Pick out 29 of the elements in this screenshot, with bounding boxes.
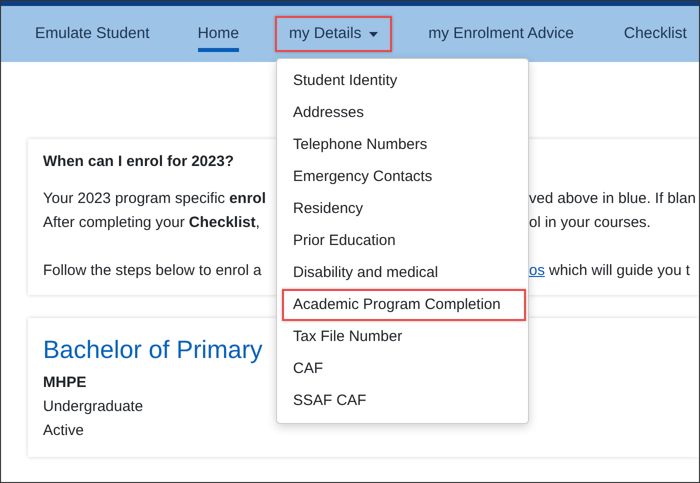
menu-item[interactable]: Emergency Contacts <box>282 161 526 193</box>
program-title: Bachelor of Primary <box>43 336 263 365</box>
nav-link[interactable]: my Enrolment Advice <box>414 16 588 52</box>
menu-item[interactable]: Academic Program Completion <box>282 289 526 321</box>
nav-link[interactable]: Emulate Student <box>21 16 164 52</box>
text-fragment: Your 2023 program specific enrol <box>43 189 266 209</box>
menu-item[interactable]: Telephone Numbers <box>282 129 526 161</box>
menu-item[interactable]: Prior Education <box>282 225 526 257</box>
menu-item[interactable]: Disability and medical <box>282 257 526 289</box>
text-fragment: Follow the steps below to enrol a <box>43 261 262 281</box>
notice-heading: When can I enrol for 2023? <box>43 153 234 170</box>
text-fragment: ol in your courses. <box>529 213 651 233</box>
menu-item[interactable]: Student Identity <box>282 65 526 97</box>
menu-item[interactable]: Tax File Number <box>282 321 526 353</box>
program-status: Active <box>43 421 84 441</box>
menu-item[interactable]: SSAF CAF <box>282 385 526 417</box>
program-code: MHPE <box>43 373 86 393</box>
text-fragment: After completing your Checklist, <box>43 213 260 233</box>
link[interactable]: os <box>529 262 545 279</box>
text-fragment: os which will guide you t <box>529 261 690 281</box>
nav-link[interactable]: my Details <box>274 16 392 52</box>
program-level: Undergraduate <box>43 397 144 417</box>
caret-icon <box>369 32 378 36</box>
nav-link[interactable]: Home <box>184 16 253 52</box>
menu-item[interactable]: Residency <box>282 193 526 225</box>
text-fragment: ved above in blue. If blan <box>529 189 696 209</box>
nav-link[interactable]: Checklist <box>610 16 699 52</box>
menu-item[interactable]: Addresses <box>282 97 526 129</box>
menu-item[interactable]: CAF <box>282 353 526 385</box>
